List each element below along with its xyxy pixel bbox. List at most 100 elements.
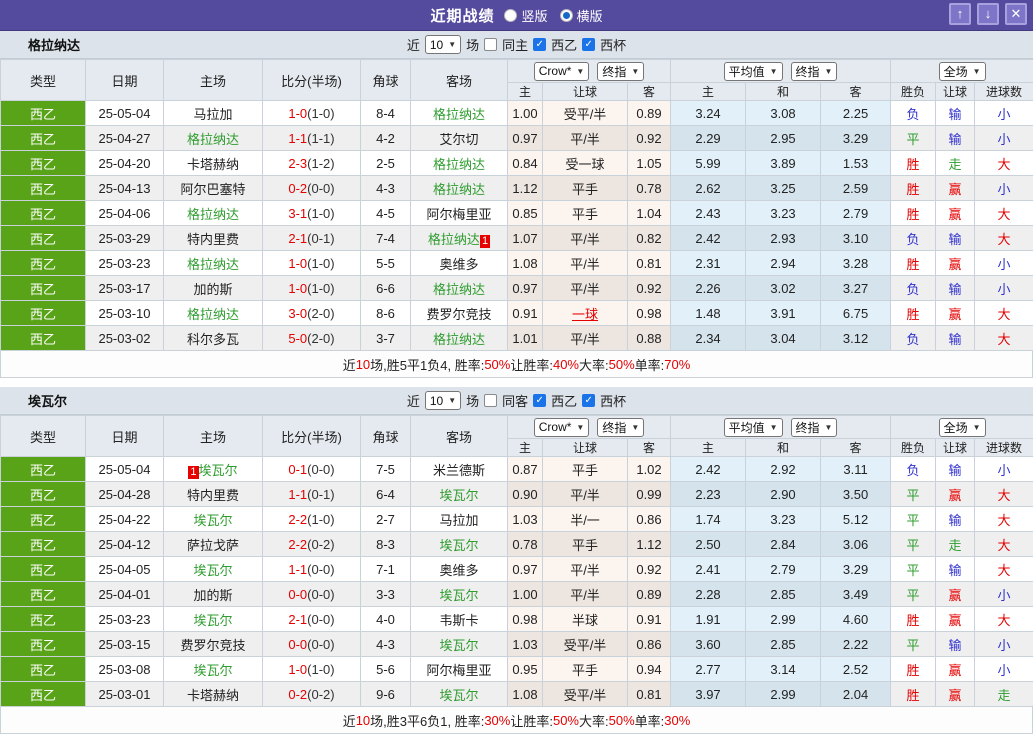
team-link[interactable]: 费罗尔竞技 <box>426 307 491 322</box>
radio-vertical-layout[interactable]: 竖版 <box>504 6 547 25</box>
avg-away-cell: 3.10 <box>821 226 891 251</box>
summary-stat-value: 10 <box>356 713 370 728</box>
league-checkbox[interactable] <box>533 394 546 407</box>
team-link[interactable]: 埃瓦尔 <box>439 688 478 703</box>
average-select[interactable]: 平均值 <box>724 418 783 437</box>
cup-checkbox[interactable] <box>582 38 595 51</box>
league-cell: 西乙 <box>1 557 86 582</box>
handicap-cell: 平手 <box>543 457 628 482</box>
final-odds-select[interactable]: 终指 <box>597 418 644 437</box>
col-header-type: 类型 <box>1 416 86 457</box>
league-cell: 西乙 <box>1 326 86 351</box>
team-link[interactable]: 阿尔梅里亚 <box>426 207 491 222</box>
move-down-icon[interactable]: ↓ <box>977 3 999 25</box>
team-link[interactable]: 埃瓦尔 <box>439 538 478 553</box>
team-link[interactable]: 格拉纳达 <box>433 157 485 172</box>
summary-stat-label: 单率: <box>635 711 665 730</box>
handicap-cell: 半球 <box>543 607 628 632</box>
radio-icon[interactable] <box>560 9 573 22</box>
average-select[interactable]: 平均值 <box>724 62 783 81</box>
team-link[interactable]: 阿尔巴塞特 <box>180 182 245 197</box>
scope-select[interactable]: 全场 <box>939 62 986 81</box>
team-link[interactable]: 埃瓦尔 <box>193 613 232 628</box>
close-icon[interactable]: ✕ <box>1005 3 1027 25</box>
team-link[interactable]: 特内里费 <box>187 232 239 247</box>
team-link[interactable]: 埃瓦尔 <box>439 488 478 503</box>
team-link[interactable]: 格拉纳达 <box>433 182 485 197</box>
team-link[interactable]: 格拉纳达 <box>433 282 485 297</box>
section-header-eibar: 埃瓦尔 近 10 场 同客 西乙 西杯 <box>0 387 1033 415</box>
odds-away-cell: 0.89 <box>628 101 671 126</box>
odds-away-cell: 0.78 <box>628 176 671 201</box>
avg-home-cell: 3.24 <box>671 101 746 126</box>
avg-away-cell: 3.29 <box>821 126 891 151</box>
summary-stat-value: 50% <box>553 713 579 728</box>
team-link[interactable]: 特内里费 <box>187 488 239 503</box>
window-buttons: ↑ ↓ ✕ <box>949 3 1027 25</box>
team-link[interactable]: 格拉纳达 <box>433 332 485 347</box>
odds-source-select[interactable]: Crow* <box>534 62 590 81</box>
match-row: 西乙25-05-04马拉加1-0(1-0)8-4格拉纳达1.00受平/半0.89… <box>1 101 1033 126</box>
team-link[interactable]: 加的斯 <box>193 282 232 297</box>
odds-home-cell: 0.85 <box>508 201 543 226</box>
team-link[interactable]: 埃瓦尔 <box>439 638 478 653</box>
team-link[interactable]: 阿尔梅里亚 <box>426 663 491 678</box>
avg-home-cell: 2.29 <box>671 126 746 151</box>
same-venue-checkbox[interactable] <box>484 394 497 407</box>
team-link[interactable]: 马拉加 <box>193 107 232 122</box>
final-odds-select[interactable]: 终指 <box>791 418 838 437</box>
team-link[interactable]: 卡塔赫纳 <box>187 157 239 172</box>
team-link[interactable]: 埃瓦尔 <box>193 513 232 528</box>
team-link[interactable]: 格拉纳达 <box>428 232 480 247</box>
cup-label: 西杯 <box>600 35 626 54</box>
away-team-cell: 奥维多 <box>411 557 508 582</box>
team-link[interactable]: 韦斯卡 <box>439 613 478 628</box>
team-link[interactable]: 格拉纳达 <box>187 307 239 322</box>
match-row: 西乙25-04-27格拉纳达1-1(1-1)4-2艾尔切0.97平/半0.922… <box>1 126 1033 151</box>
team-link[interactable]: 埃瓦尔 <box>193 663 232 678</box>
radio-icon[interactable] <box>504 9 517 22</box>
team-link[interactable]: 奥维多 <box>439 257 478 272</box>
team-link[interactable]: 科尔多瓦 <box>187 332 239 347</box>
layout-radio-group: 竖版 横版 <box>504 6 602 25</box>
radio-horizontal-layout[interactable]: 横版 <box>560 6 603 25</box>
team-link[interactable]: 加的斯 <box>193 588 232 603</box>
final-odds-select[interactable]: 终指 <box>597 62 644 81</box>
avg-draw-cell: 2.85 <box>746 632 821 657</box>
away-team-cell: 格拉纳达 <box>411 176 508 201</box>
team-link[interactable]: 格拉纳达 <box>433 107 485 122</box>
league-checkbox[interactable] <box>533 38 546 51</box>
team-link[interactable]: 萨拉戈萨 <box>187 538 239 553</box>
avg-draw-cell: 3.23 <box>746 201 821 226</box>
team-link[interactable]: 米兰德斯 <box>433 463 485 478</box>
col-header-corner: 角球 <box>361 60 411 101</box>
team-link[interactable]: 格拉纳达 <box>187 257 239 272</box>
avg-home-cell: 2.42 <box>671 226 746 251</box>
cup-checkbox[interactable] <box>582 394 595 407</box>
final-odds-select[interactable]: 终指 <box>791 62 838 81</box>
same-venue-checkbox[interactable] <box>484 38 497 51</box>
odds-source-select[interactable]: Crow* <box>534 418 590 437</box>
team-link[interactable]: 格拉纳达 <box>187 207 239 222</box>
handicap-cell: 受平/半 <box>543 682 628 707</box>
match-count-select[interactable]: 10 <box>425 391 461 410</box>
team-link[interactable]: 埃瓦尔 <box>439 588 478 603</box>
team-link[interactable]: 艾尔切 <box>439 132 478 147</box>
score-cell: 1-0(1-0) <box>263 657 361 682</box>
match-count-select[interactable]: 10 <box>425 35 461 54</box>
team-link[interactable]: 马拉加 <box>439 513 478 528</box>
team-link[interactable]: 埃瓦尔 <box>199 463 238 478</box>
scope-select[interactable]: 全场 <box>939 418 986 437</box>
col-header-home: 主场 <box>164 416 263 457</box>
team-link[interactable]: 埃瓦尔 <box>193 563 232 578</box>
move-up-icon[interactable]: ↑ <box>949 3 971 25</box>
col-header-date: 日期 <box>86 416 164 457</box>
team-link[interactable]: 格拉纳达 <box>187 132 239 147</box>
avg-away-cell: 2.79 <box>821 201 891 226</box>
result-handicap-cell: 输 <box>936 276 975 301</box>
team-link[interactable]: 费罗尔竞技 <box>180 638 245 653</box>
team-link[interactable]: 奥维多 <box>439 563 478 578</box>
team-link[interactable]: 卡塔赫纳 <box>187 688 239 703</box>
result-wdl-cell: 平 <box>891 582 936 607</box>
same-venue-label: 同主 <box>502 35 528 54</box>
